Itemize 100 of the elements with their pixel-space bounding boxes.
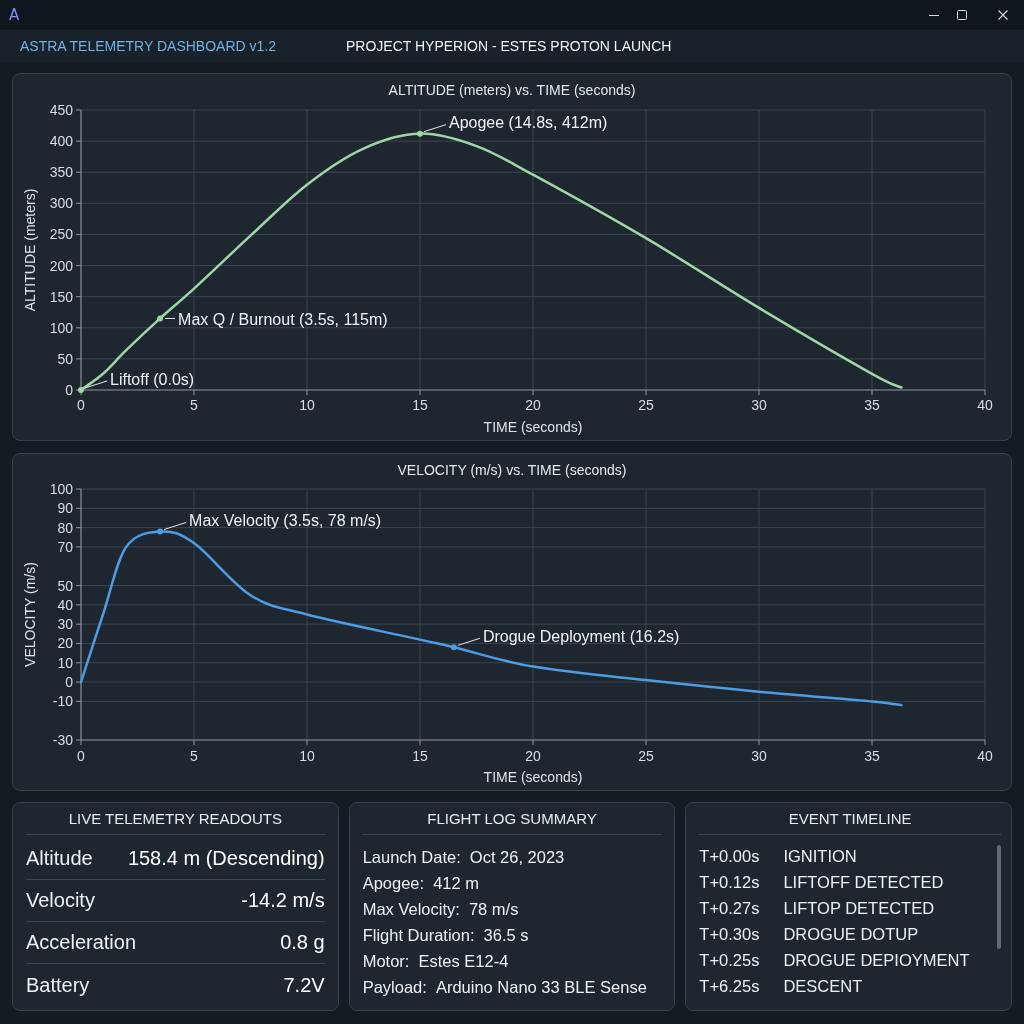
panel-title: FLIGHT LOG SUMMARY xyxy=(427,809,597,829)
axis-tick-label: 20 xyxy=(525,397,541,413)
axis-tick-label: 15 xyxy=(412,748,428,764)
event-name: IGNITION xyxy=(783,846,857,867)
event-time: T+0.12s xyxy=(699,872,760,893)
annotation-label: Max Q / Burnout (3.5s, 115m) xyxy=(178,310,388,328)
axis-tick-label: 350 xyxy=(49,164,73,181)
axis-title: VELOCITY (m/s) xyxy=(22,562,38,667)
axis-tick-label: 0 xyxy=(65,674,73,691)
panel-title: LIVE TELEMETRY READOUTS xyxy=(68,809,283,829)
event-name: LIFTOP DETECTED xyxy=(783,898,935,919)
leader-line xyxy=(163,522,187,530)
event-name: DESCENT xyxy=(783,976,863,997)
summary-value: 78 m/s xyxy=(468,899,519,920)
axis-tick-label: 15 xyxy=(412,397,428,413)
summary-label: Payload: xyxy=(362,977,427,998)
leader-line xyxy=(84,380,108,389)
axis-tick-label: 0 xyxy=(77,748,85,764)
axis-tick-label: 5 xyxy=(190,397,198,413)
event-time: T+6.25s xyxy=(699,976,760,997)
summary-label: Apogee: xyxy=(362,873,425,894)
annotation-label: Apogee (14.8s, 412m) xyxy=(449,114,608,132)
annotation-label: Drogue Deployment (16.2s) xyxy=(482,627,680,645)
leader-line xyxy=(423,124,447,133)
axis-tick-label: 35 xyxy=(864,748,880,764)
axis-tick-label: 5 xyxy=(190,748,198,764)
axis-tick-label: 20 xyxy=(57,635,73,652)
minimize-icon xyxy=(929,14,939,16)
axis-tick-label: 25 xyxy=(638,397,654,413)
maximize-icon xyxy=(957,10,967,20)
readout-label: Battery xyxy=(26,973,90,997)
axis-tick-label: 70 xyxy=(57,538,73,555)
chart-title: ALTITUDE (meters) vs. TIME (seconds) xyxy=(388,81,636,100)
event-time: T+0.00s xyxy=(699,846,760,867)
summary-label: Max Velocity: xyxy=(362,899,460,920)
readout-label: Velocity xyxy=(26,889,95,912)
event-time: T+0.25s xyxy=(699,950,760,971)
readout-value: 7.2V xyxy=(283,973,325,997)
readout-value: 0.8 g xyxy=(280,931,325,954)
axis-tick-label: 450 xyxy=(49,102,73,118)
mission-title: PROJECT HYPERION - ESTES PROTON LAUNCH xyxy=(346,38,672,54)
summary-value: Oct 26, 2023 xyxy=(469,847,565,868)
axis-tick-label: 30 xyxy=(751,397,767,413)
summary-label: Motor: xyxy=(362,951,410,972)
axis-tick-label: 10 xyxy=(57,654,73,671)
axis-tick-label: -10 xyxy=(52,693,73,710)
axis-tick-label: 50 xyxy=(57,350,73,367)
axis-title: ALTITUDE (meters) xyxy=(22,188,38,312)
summary-value: 412 m xyxy=(433,873,479,894)
axis-tick-label: 0 xyxy=(77,397,85,413)
point-marker xyxy=(417,130,423,137)
axis-tick-label: 40 xyxy=(57,596,73,613)
readout-value: 158.4 m (Descending) xyxy=(127,847,325,870)
axis-title: TIME (seconds) xyxy=(483,419,583,435)
axis-tick-label: 100 xyxy=(49,481,73,497)
annotation-label: Max Velocity (3.5s, 78 m/s) xyxy=(189,512,382,529)
point-marker xyxy=(78,387,84,393)
axis-tick-label: 200 xyxy=(49,257,73,274)
point-marker xyxy=(450,644,457,651)
chart-title: VELOCITY (m/s) vs. TIME (seconds) xyxy=(397,461,627,480)
close-icon xyxy=(998,10,1008,20)
summary-value: Arduino Nano 33 BLE Sense xyxy=(435,977,647,998)
annotation-label: Liftoff (0.0s) xyxy=(110,370,195,388)
axis-tick-label: -30 xyxy=(52,732,73,748)
axis-tick-label: 30 xyxy=(57,616,73,633)
axis-tick-label: 90 xyxy=(57,500,73,517)
leader-line xyxy=(164,317,176,319)
axis-tick-label: 0 xyxy=(65,382,73,398)
app-logo: A xyxy=(9,6,20,24)
point-marker xyxy=(157,315,164,322)
summary-label: Flight Duration: xyxy=(362,925,475,946)
scrollbar-thumb[interactable] xyxy=(997,845,1001,949)
readout-label: Altitude xyxy=(26,847,93,870)
summary-value: Estes E12-4 xyxy=(418,951,509,972)
axis-tick-label: 25 xyxy=(638,748,654,764)
axis-tick-label: 10 xyxy=(299,748,315,764)
axis-tick-label: 400 xyxy=(49,133,73,150)
axis-tick-label: 10 xyxy=(299,397,315,413)
axis-tick-label: 40 xyxy=(977,748,993,764)
axis-tick-label: 35 xyxy=(864,397,880,413)
axis-tick-label: 40 xyxy=(977,397,993,413)
leader-line xyxy=(457,637,481,646)
panel-title: EVENT TIMELINE xyxy=(788,809,912,829)
axis-tick-label: 50 xyxy=(57,577,73,594)
axis-tick-label: 20 xyxy=(525,748,541,764)
axis-title: TIME (seconds) xyxy=(483,769,583,785)
event-name: DROGUE DOTUP xyxy=(783,924,919,945)
summary-label: Launch Date: xyxy=(362,847,461,868)
event-name: DROGUE DEPIOYMENT xyxy=(783,950,970,971)
readout-label: Acceleration xyxy=(26,931,137,954)
axis-tick-label: 30 xyxy=(751,748,767,764)
point-marker xyxy=(157,528,164,535)
axis-tick-label: 150 xyxy=(49,288,73,305)
event-time: T+0.30s xyxy=(699,924,760,945)
event-time: T+0.27s xyxy=(699,898,760,919)
readout-value: -14.2 m/s xyxy=(241,889,325,912)
axis-tick-label: 80 xyxy=(57,519,73,536)
summary-value: 36.5 s xyxy=(483,925,529,946)
event-name: LIFTOFF DETECTED xyxy=(783,872,944,893)
app-name: ASTRA TELEMETRY DASHBOARD v1.2 xyxy=(20,38,276,54)
